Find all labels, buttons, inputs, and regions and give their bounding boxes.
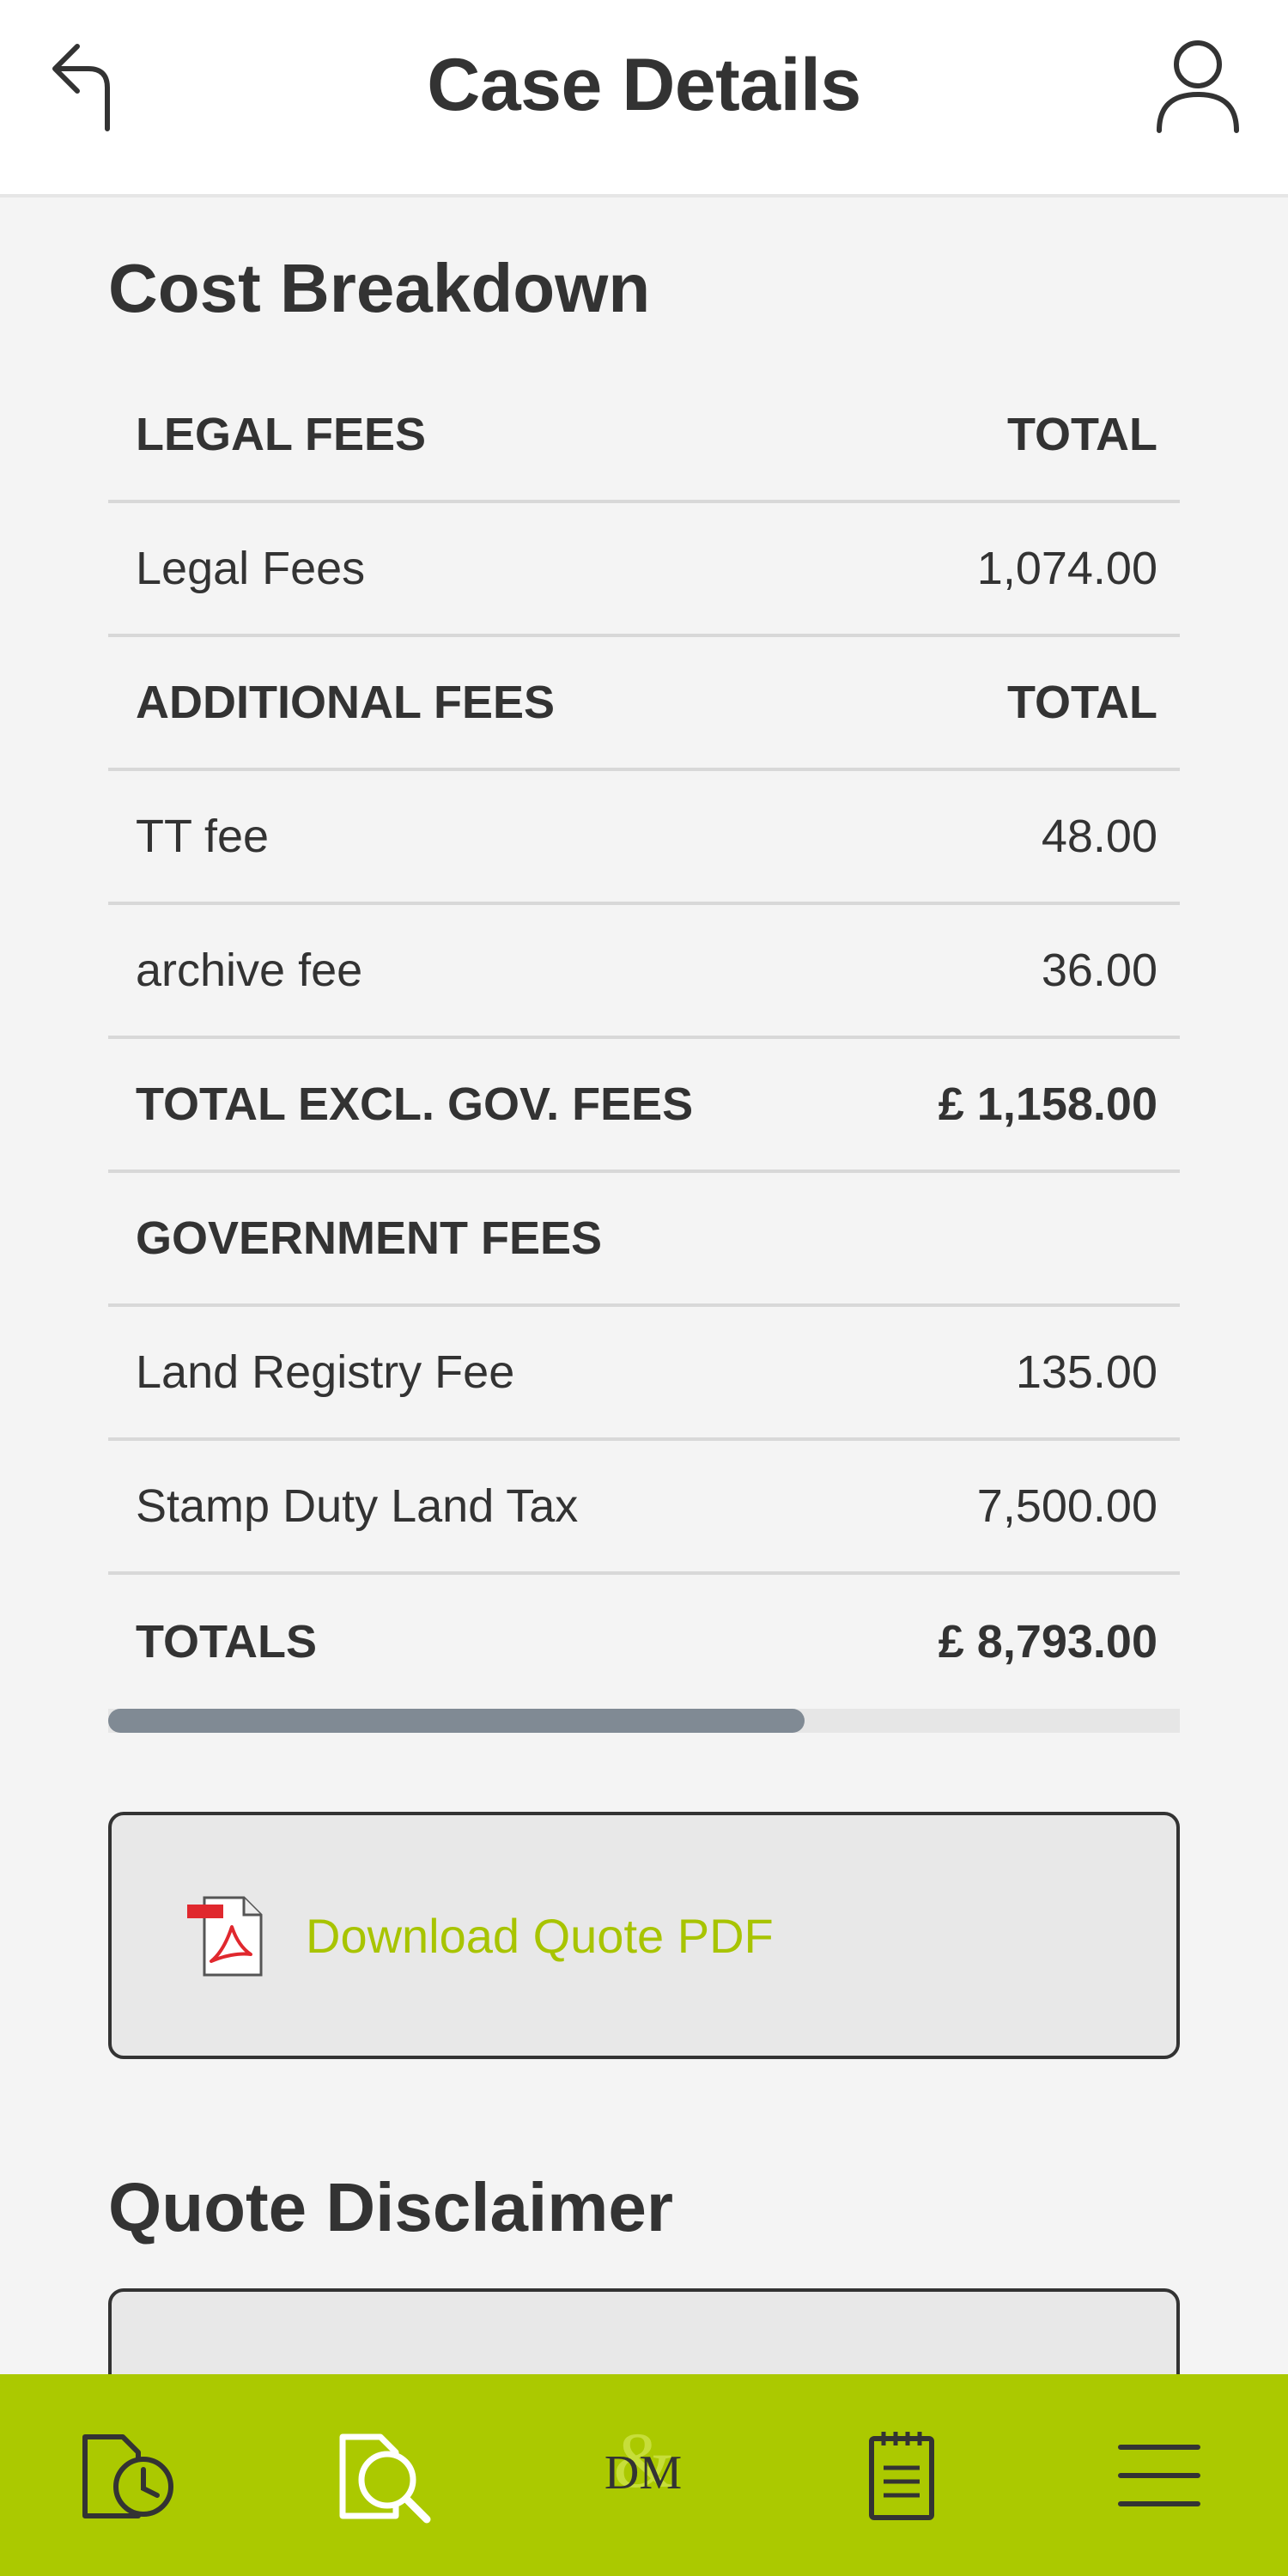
row-amount: TOTAL <box>1007 409 1157 460</box>
row-label: Legal Fees <box>136 543 366 594</box>
nav-notes[interactable] <box>841 2415 962 2536</box>
table-row-additional-fees-header: ADDITIONAL FEES TOTAL <box>108 637 1180 771</box>
search-document-icon <box>339 2433 431 2523</box>
row-label: Stamp Duty Land Tax <box>136 1480 579 1532</box>
bottom-navigation: & DM <box>0 2374 1288 2576</box>
row-amount: £ 1,158.00 <box>938 1078 1157 1130</box>
row-amount: 7,500.00 <box>976 1480 1157 1532</box>
row-label: Land Registry Fee <box>136 1346 515 1398</box>
row-label: LEGAL FEES <box>136 409 427 460</box>
row-label: GOVERNMENT FEES <box>136 1212 603 1264</box>
nav-menu[interactable] <box>1099 2415 1219 2536</box>
row-amount: 36.00 <box>1041 945 1157 996</box>
table-row-total-excl-gov: TOTAL EXCL. GOV. FEES £ 1,158.00 <box>108 1039 1180 1173</box>
menu-icon <box>1118 2444 1200 2506</box>
table-row-stamp-duty: Stamp Duty Land Tax 7,500.00 <box>108 1441 1180 1575</box>
table-row-legal-fees: Legal Fees 1,074.00 <box>108 503 1180 637</box>
row-label: archive fee <box>136 945 363 996</box>
table-row-land-registry-fee: Land Registry Fee 135.00 <box>108 1307 1180 1441</box>
nav-home-dm[interactable]: & DM <box>584 2415 704 2536</box>
quote-disclaimer-title: Quote Disclaimer <box>108 2169 674 2245</box>
table-row-totals: TOTALS £ 8,793.00 <box>108 1575 1180 1709</box>
case-history-icon <box>82 2433 173 2518</box>
row-label: TOTALS <box>136 1616 317 1668</box>
table-row-archive-fee: archive fee 36.00 <box>108 905 1180 1039</box>
page-title: Case Details <box>427 44 861 126</box>
row-label: TOTAL EXCL. GOV. FEES <box>136 1078 694 1130</box>
nav-search-documents[interactable] <box>326 2415 447 2536</box>
profile-button[interactable] <box>1151 34 1245 137</box>
pdf-icon <box>187 1896 263 1977</box>
cost-breakdown-title: Cost Breakdown <box>108 250 651 326</box>
row-amount: 1,074.00 <box>976 543 1157 594</box>
row-amount: TOTAL <box>1007 677 1157 728</box>
download-label: Download Quote PDF <box>306 1908 774 1963</box>
table-row-legal-fees-header: LEGAL FEES TOTAL <box>108 369 1180 503</box>
row-amount: 48.00 <box>1041 811 1157 862</box>
row-amount: £ 8,793.00 <box>938 1616 1157 1668</box>
nav-case-history[interactable] <box>69 2415 189 2536</box>
row-label: TT fee <box>136 811 270 862</box>
horizontal-scrollbar[interactable] <box>108 1709 1180 1733</box>
user-profile-icon <box>1157 40 1239 133</box>
svg-text:DM: DM <box>605 2446 682 2500</box>
row-label: ADDITIONAL FEES <box>136 677 556 728</box>
table-row-government-fees-header: GOVERNMENT FEES <box>108 1173 1180 1307</box>
download-quote-pdf-button[interactable]: Download Quote PDF <box>108 1812 1180 2059</box>
app-header: Case Details <box>0 0 1288 197</box>
scrollbar-thumb[interactable] <box>108 1709 805 1733</box>
row-amount: 135.00 <box>1015 1346 1157 1398</box>
notepad-icon <box>869 2431 934 2520</box>
table-row-tt-fee: TT fee 48.00 <box>108 771 1180 905</box>
cost-breakdown-table: LEGAL FEES TOTAL Legal Fees 1,074.00 ADD… <box>108 369 1180 1709</box>
dm-logo-icon: & DM <box>605 2420 682 2504</box>
